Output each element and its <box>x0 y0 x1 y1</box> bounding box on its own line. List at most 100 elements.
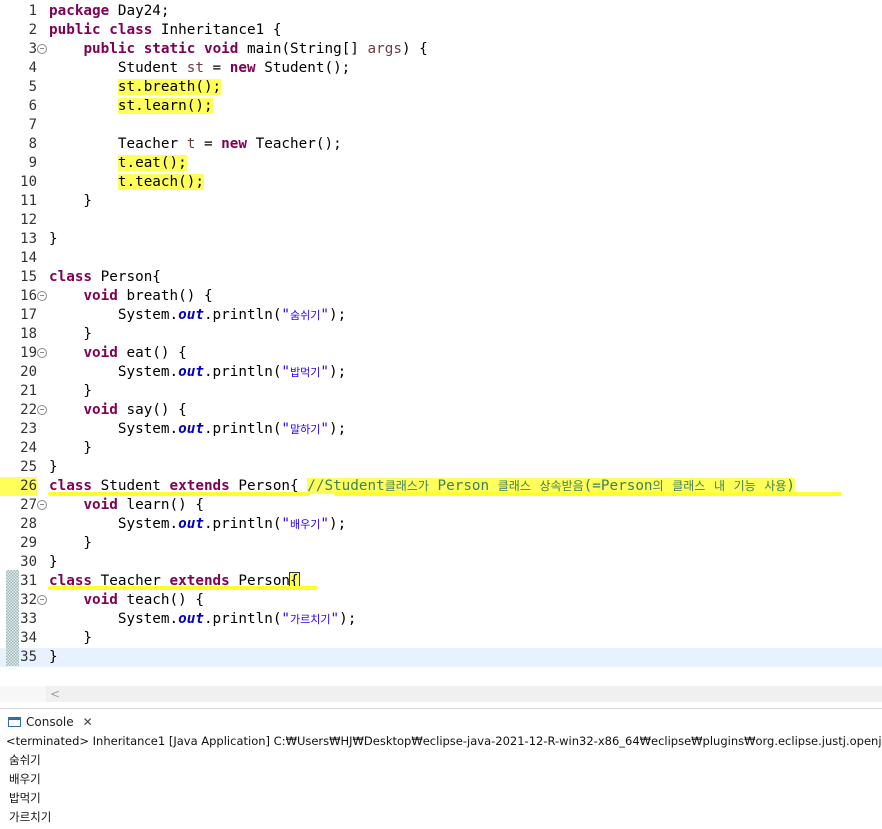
fold-toggle-icon[interactable]: − <box>37 500 47 510</box>
code-line[interactable]: 4 Student st = new Student(); <box>0 59 882 78</box>
code-line[interactable]: 33 System.out.println("가르치기"); <box>0 610 882 629</box>
code-token: breath() { <box>117 288 213 304</box>
line-number: 3 <box>28 41 37 57</box>
gutter-footer <box>0 686 46 702</box>
code-line[interactable]: 11 } <box>0 192 882 211</box>
code-token: System. <box>49 611 179 627</box>
code-line[interactable]: 19− void eat() { <box>0 344 882 363</box>
code-text: } <box>49 458 58 477</box>
code-editor[interactable]: 1 package Day24; 2 public class Inheritance… <box>0 0 882 686</box>
code-token: System. <box>49 516 179 532</box>
code-token: .println( <box>203 364 282 380</box>
code-text: } <box>49 629 92 648</box>
fold-toggle-icon[interactable]: − <box>37 348 47 358</box>
code-text: } <box>49 553 58 572</box>
code-line[interactable]: 35} <box>0 648 882 667</box>
code-text: } <box>49 648 58 667</box>
code-token: } <box>49 459 58 475</box>
code-line[interactable]: 12 <box>0 211 882 230</box>
code-text: void say() { <box>49 401 186 420</box>
code-line[interactable]: 29 } <box>0 534 882 553</box>
code-line[interactable]: 18 } <box>0 325 882 344</box>
console-icon <box>8 717 21 727</box>
code-line[interactable]: 10 t.teach(); <box>0 173 882 192</box>
console-output-line: 숨쉬기 <box>9 753 41 767</box>
code-line[interactable]: 2 public class Inheritance1 { <box>0 21 882 40</box>
code-token: learn() { <box>117 497 204 513</box>
fold-toggle-icon[interactable]: − <box>37 405 47 415</box>
code-text: System.out.println("밥먹기"); <box>49 363 346 382</box>
line-number: 6 <box>28 98 37 114</box>
code-token: .println( <box>203 307 282 323</box>
line-number: 12 <box>20 212 37 228</box>
code-text: package Day24; <box>49 2 170 21</box>
code-line[interactable]: 7 <box>0 116 882 135</box>
code-line[interactable]: 5 st.breath(); <box>0 78 882 97</box>
code-token: .println( <box>203 611 282 627</box>
code-line[interactable]: 16− void breath() { <box>0 287 882 306</box>
code-text: Student st = new Student(); <box>49 59 350 78</box>
code-line[interactable]: 27− void learn() { <box>0 496 882 515</box>
code-text: public static void main(String[] args) { <box>49 40 428 59</box>
code-line[interactable]: 17 System.out.println("숨쉬기"); <box>0 306 882 325</box>
code-line[interactable]: 20 System.out.println("밥먹기"); <box>0 363 882 382</box>
code-line[interactable]: 34 } <box>0 629 882 648</box>
code-line[interactable]: 6 st.learn(); <box>0 97 882 116</box>
fold-toggle-icon[interactable]: − <box>37 291 47 301</box>
fold-toggle-icon[interactable]: − <box>37 595 47 605</box>
code-line[interactable]: 23 System.out.println("말하기"); <box>0 420 882 439</box>
line-number: 19 <box>20 345 37 361</box>
scroll-left-icon[interactable]: < <box>50 686 60 702</box>
fold-toggle-icon[interactable]: − <box>37 44 47 54</box>
line-number: 13 <box>20 231 37 247</box>
horizontal-scrollbar[interactable]: < <box>46 686 882 702</box>
code-line[interactable]: 31 class Teacher extends Person{ <box>0 572 882 591</box>
code-token: = <box>195 136 222 152</box>
code-line[interactable]: 25} <box>0 458 882 477</box>
code-line[interactable]: 1 package Day24; <box>0 2 882 21</box>
code-line[interactable]: 8 Teacher t = new Teacher(); <box>0 135 882 154</box>
code-line[interactable]: 21 } <box>0 382 882 401</box>
code-line[interactable]: 15 class Person{ <box>0 268 882 287</box>
code-token: "말하기" <box>281 421 330 437</box>
line-number: 27 <box>20 497 37 513</box>
code-line[interactable]: 9 t.eat(); <box>0 154 882 173</box>
line-number: 17 <box>20 307 37 323</box>
line-number: 14 <box>20 250 37 266</box>
code-token: st <box>186 60 204 76</box>
code-line[interactable]: 26 class Student extends Person{ //Studen… <box>0 477 882 496</box>
code-line[interactable]: 28 System.out.println("배우기"); <box>0 515 882 534</box>
console-output[interactable]: 숨쉬기 배우기 밥먹기 가르치기 <box>0 751 882 829</box>
close-icon[interactable]: ✕ <box>83 715 93 729</box>
code-token: } <box>49 649 58 665</box>
line-number: 26 <box>0 477 37 496</box>
code-line[interactable]: 22− void say() { <box>0 401 882 420</box>
code-token: out <box>178 364 204 380</box>
code-line[interactable]: 3− public static void main(String[] args… <box>0 40 882 59</box>
line-number: 22 <box>20 402 37 418</box>
line-number: 9 <box>28 155 37 171</box>
line-number: 5 <box>28 79 37 95</box>
code-line[interactable]: 30} <box>0 553 882 572</box>
code-line[interactable]: 24 } <box>0 439 882 458</box>
code-token: Day24; <box>109 3 170 19</box>
code-token: package <box>49 3 110 19</box>
code-line[interactable]: 32− void teach() { <box>0 591 882 610</box>
code-token: st.breath(); <box>117 79 222 95</box>
code-line[interactable]: 13} <box>0 230 882 249</box>
line-number: 24 <box>20 440 37 456</box>
code-text: } <box>49 439 92 458</box>
code-token: new <box>221 136 247 152</box>
code-text: class Person{ <box>49 268 161 287</box>
code-token: ) { <box>401 41 428 57</box>
code-text: st.breath(); <box>49 78 222 97</box>
code-line[interactable]: 14 <box>0 249 882 268</box>
tab-console[interactable]: Console ✕ <box>8 712 93 732</box>
code-token: ); <box>329 364 347 380</box>
